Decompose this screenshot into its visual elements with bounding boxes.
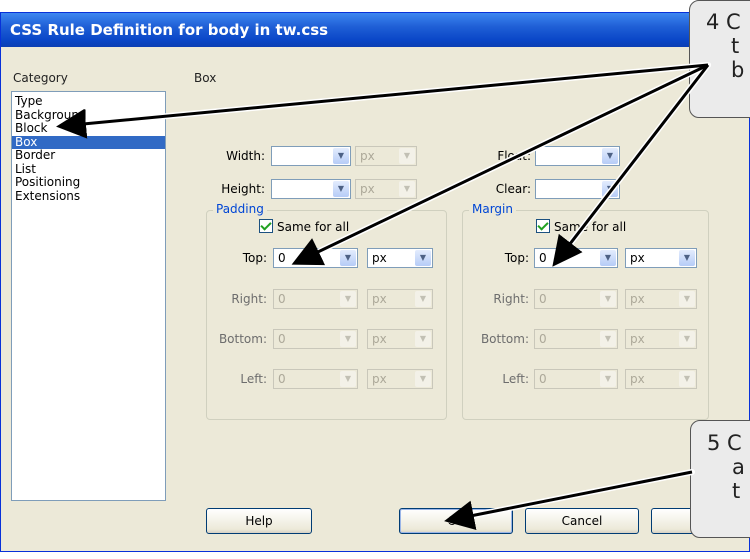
arrow-to-padding-top	[291, 63, 709, 266]
arrow-to-ok-button	[444, 470, 693, 531]
arrow-to-margin-top	[552, 64, 710, 267]
callout-arrows	[56, 62, 711, 531]
arrow-to-box-category	[56, 63, 709, 139]
